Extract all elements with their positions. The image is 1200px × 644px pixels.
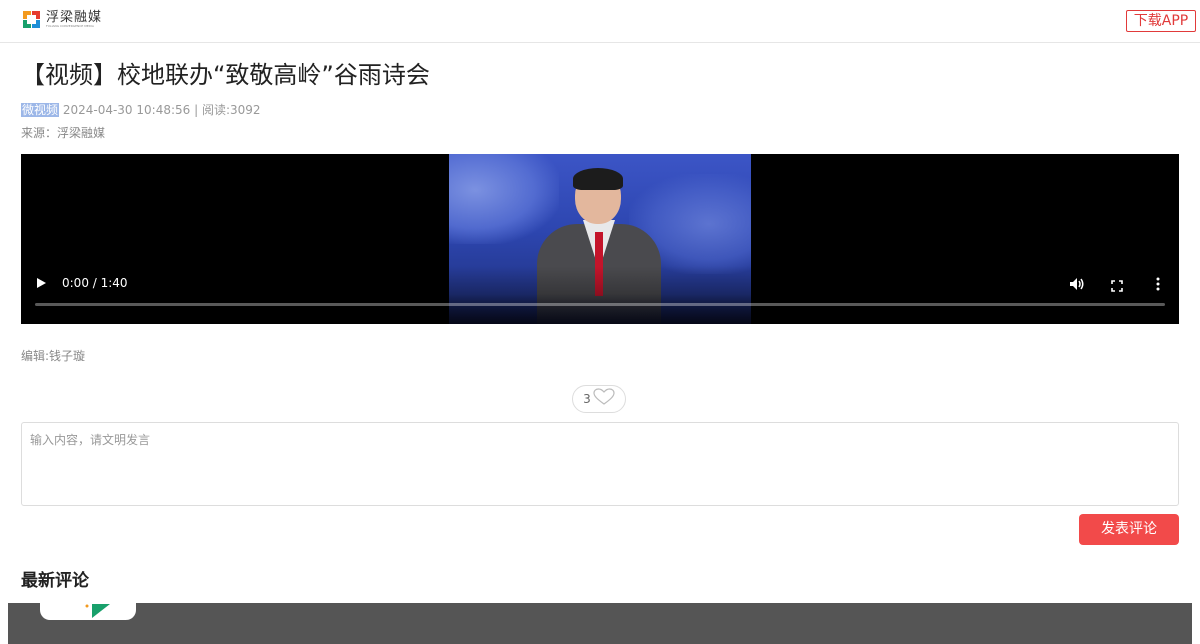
site-logo[interactable]: 浮梁融媒 FULIANG CONVERGENCE MEDIA [22, 10, 102, 29]
article-title: 【视频】校地联办“致敬高岭”谷雨诗会 [21, 61, 430, 89]
video-progress-bar[interactable] [35, 303, 1165, 306]
logo-subtext: FULIANG CONVERGENCE MEDIA [46, 24, 94, 28]
logo-icon [22, 10, 41, 29]
footer-app-card[interactable] [40, 603, 136, 620]
anchor-hair [573, 168, 623, 190]
download-app-button[interactable]: 下载APP [1126, 10, 1196, 32]
publish-info: 2024-04-30 10:48:56 | 阅读:3092 [59, 103, 261, 117]
article-source: 来源：浮梁融媒 [21, 126, 106, 140]
submit-comment-button[interactable]: 发表评论 [1079, 514, 1179, 545]
editor-credit: 编辑:钱子璇 [21, 349, 86, 363]
top-header: 浮梁融媒 FULIANG CONVERGENCE MEDIA 下载APP [0, 0, 1200, 43]
footer-bar [8, 603, 1192, 644]
like-count: 3 [583, 392, 591, 406]
volume-icon[interactable] [1069, 276, 1085, 290]
background-globe [449, 154, 559, 244]
article-meta: 微视频 2024-04-30 10:48:56 | 阅读:3092 [21, 101, 261, 118]
video-controls [21, 266, 1179, 324]
logo-text: 浮梁融媒 [46, 10, 103, 25]
video-player[interactable]: 0:00 / 1:40 [21, 154, 1179, 324]
like-button[interactable]: 3 [572, 385, 626, 413]
app-logo-icon [84, 603, 110, 618]
play-icon[interactable] [37, 278, 46, 288]
comment-input[interactable] [21, 422, 1179, 506]
video-time: 0:00 / 1:40 [62, 276, 128, 290]
fullscreen-icon[interactable] [1111, 277, 1123, 292]
more-options-icon[interactable] [1155, 276, 1161, 291]
heart-icon [593, 388, 615, 410]
latest-comments-heading: 最新评论 [21, 571, 89, 591]
category-tag[interactable]: 微视频 [21, 103, 60, 117]
